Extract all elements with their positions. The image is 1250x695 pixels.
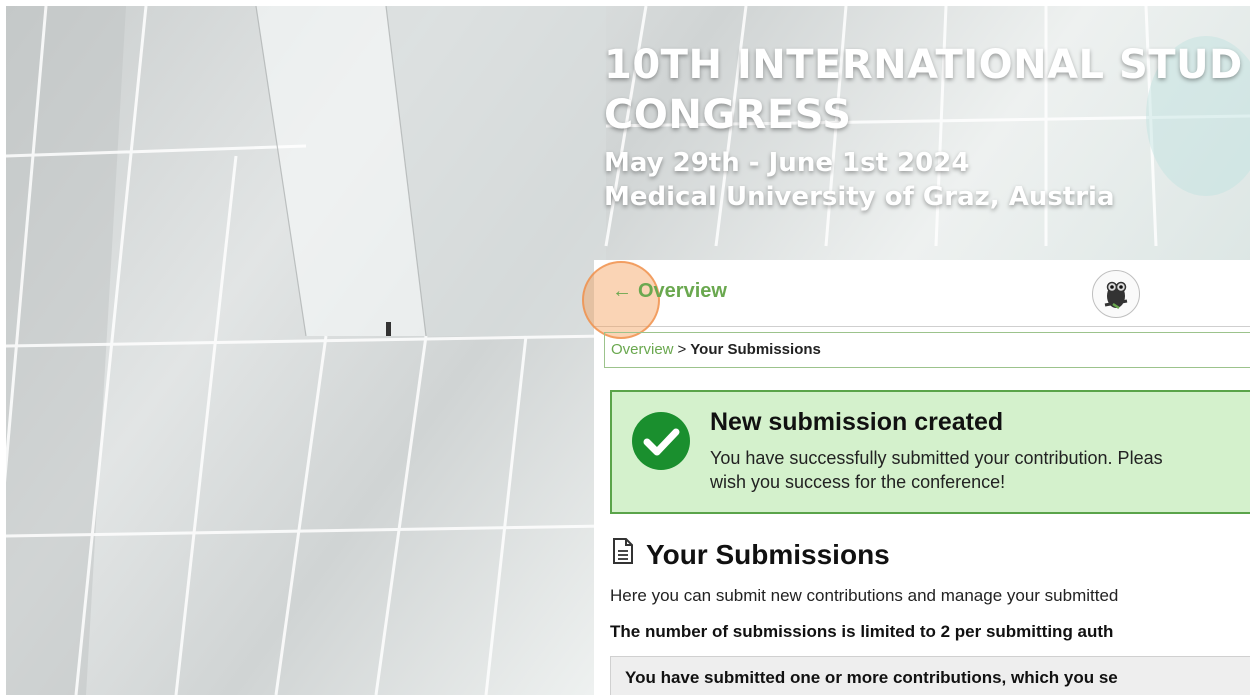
- conference-hero: 10TH INTERNATIONAL STUD CONGRESS May 29t…: [604, 40, 1243, 214]
- browser-viewport: 10TH INTERNATIONAL STUD CONGRESS May 29t…: [6, 6, 1250, 695]
- alert-message: You have successfully submitted your con…: [710, 446, 1163, 494]
- owl-logo-svg: [1104, 281, 1128, 310]
- alert-message-line1: You have successfully submitted your con…: [710, 448, 1163, 468]
- submission-panel: ← Overview Overview > Your Submissions N…: [582, 260, 1250, 695]
- arrow-left-icon: ←: [612, 280, 632, 302]
- submissions-info-box: You have submitted one or more contribut…: [610, 656, 1250, 695]
- back-link-label: Overview: [638, 280, 727, 302]
- section-heading: Your Submissions: [612, 538, 890, 571]
- submission-limit-text: The number of submissions is limited to …: [610, 622, 1114, 641]
- back-to-overview-link[interactable]: ← Overview: [612, 280, 727, 303]
- section-intro-text: Here you can submit new contributions an…: [610, 586, 1119, 605]
- alert-title: New submission created: [710, 408, 1004, 436]
- hero-venue: Medical University of Graz, Austria: [604, 182, 1115, 212]
- document-icon: [612, 538, 634, 571]
- hero-dates: May 29th - June 1st 2024: [604, 148, 970, 178]
- breadcrumb: Overview > Your Submissions: [604, 332, 1250, 368]
- panel-topbar: ← Overview: [582, 260, 1250, 339]
- alert-message-line2: wish you success for the conference!: [710, 472, 1006, 492]
- breadcrumb-overview-link[interactable]: Overview: [611, 341, 674, 358]
- breadcrumb-current: Your Submissions: [690, 341, 821, 358]
- breadcrumb-separator: >: [677, 341, 687, 358]
- check-circle-icon: [632, 412, 690, 470]
- hero-title-line1: 10TH INTERNATIONAL STUD: [604, 42, 1243, 88]
- owl-logo-icon[interactable]: [1092, 270, 1140, 318]
- hero-title-line2: CONGRESS: [604, 92, 852, 138]
- section-title-text: Your Submissions: [646, 538, 890, 570]
- success-alert: New submission created You have successf…: [610, 390, 1250, 514]
